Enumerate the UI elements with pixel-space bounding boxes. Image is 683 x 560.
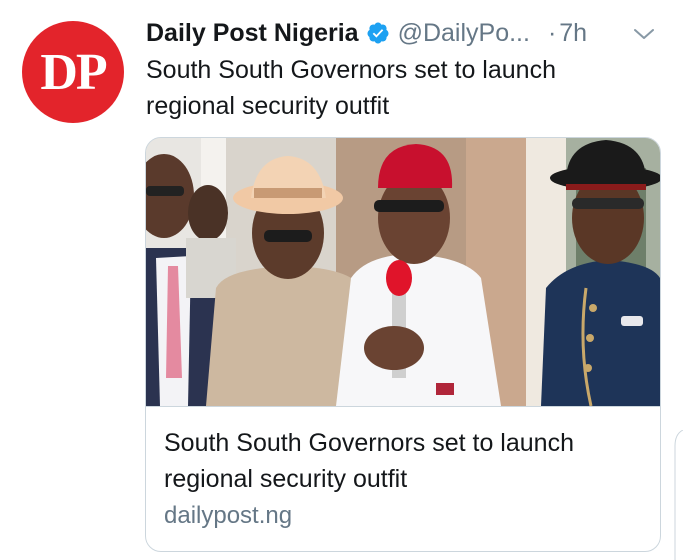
tweet-text: South South Governors set to launch regi… <box>146 56 556 120</box>
adjacent-card-edge <box>674 430 683 560</box>
author-display-name[interactable]: Daily Post Nigeria <box>146 19 359 48</box>
link-card[interactable]: South South Governors set to launch regi… <box>145 137 661 552</box>
author-handle[interactable]: @DailyPo... <box>398 19 530 48</box>
avatar[interactable]: DP <box>22 21 124 123</box>
tweet[interactable]: DP Daily Post Nigeria @DailyPo... · 7h S… <box>0 0 683 560</box>
verified-badge-icon <box>366 21 390 45</box>
chevron-down-icon[interactable] <box>632 22 656 46</box>
card-photo-image[interactable] <box>146 138 660 407</box>
card-domain[interactable]: dailypost.ng <box>164 502 292 530</box>
avatar-logo-text: DP <box>40 44 107 101</box>
tweet-timestamp[interactable]: 7h <box>559 19 587 48</box>
tweet-header: Daily Post Nigeria @DailyPo... · 7h <box>146 16 666 50</box>
separator-dot: · <box>547 18 557 47</box>
card-title[interactable]: South South Governors set to launch regi… <box>164 425 644 497</box>
